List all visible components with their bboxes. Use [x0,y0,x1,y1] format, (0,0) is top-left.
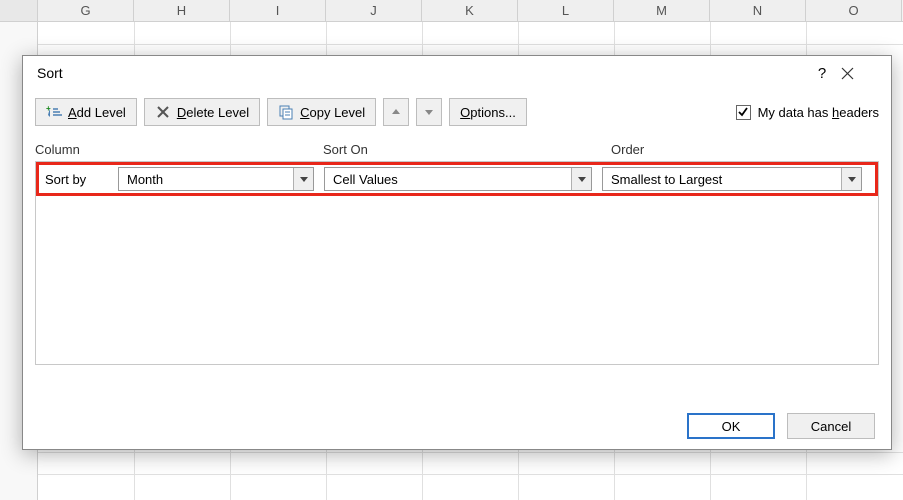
column-header-label: Column [35,142,323,157]
options-button[interactable]: Options... [449,98,527,126]
close-button[interactable] [841,67,881,80]
chevron-down-icon [300,177,308,182]
chevron-down-icon [848,177,856,182]
move-up-button[interactable] [383,98,409,126]
dialog-title: Sort [37,65,803,81]
delete-level-icon [155,104,171,120]
sort-column-value: Month [119,172,293,187]
headers-checkbox-label: My data has headers [758,105,879,120]
options-label: Options... [460,105,516,120]
delete-level-button[interactable]: Delete Level [144,98,260,126]
ok-button[interactable]: OK [687,413,775,439]
sort-column-combo[interactable]: Month [118,167,314,191]
chevron-down-icon [578,177,586,182]
sort-grid-headers: Column Sort On Order [23,134,891,159]
column-header[interactable]: O [806,0,902,21]
column-header[interactable]: K [422,0,518,21]
headers-checkbox[interactable]: My data has headers [736,105,879,120]
order-header-label: Order [611,142,879,157]
sort-order-combo[interactable]: Smallest to Largest [602,167,862,191]
sort-on-value: Cell Values [325,172,571,187]
dialog-footer: OK Cancel [23,403,891,449]
sort-order-value: Smallest to Largest [603,172,841,187]
column-header[interactable]: J [326,0,422,21]
sort-row-label: Sort by [42,172,108,187]
svg-text:+: + [46,104,51,113]
column-header[interactable]: M [614,0,710,21]
caret-down-icon [423,106,435,118]
cancel-button[interactable]: Cancel [787,413,875,439]
help-button[interactable]: ? [803,65,841,82]
copy-level-label: Copy Level [300,105,365,120]
add-level-icon: + [46,104,62,120]
sort-grid-body: Sort by Month Cell Values Smallest to La… [35,161,879,365]
column-header-row: G H I J K L M N O [0,0,903,22]
column-header[interactable]: H [134,0,230,21]
caret-up-icon [390,106,402,118]
column-header[interactable]: L [518,0,614,21]
sort-toolbar: + Add Level Delete Level Copy Level Opti… [23,90,891,134]
sort-row-highlight: Sort by Month Cell Values Smallest to La… [36,162,878,196]
dialog-titlebar: Sort ? [23,56,891,90]
copy-level-button[interactable]: Copy Level [267,98,376,126]
checkbox-icon [736,105,751,120]
move-down-button[interactable] [416,98,442,126]
column-header[interactable]: I [230,0,326,21]
sorton-header-label: Sort On [323,142,611,157]
combo-dropdown-button[interactable] [571,168,591,190]
copy-level-icon [278,104,294,120]
sort-on-combo[interactable]: Cell Values [324,167,592,191]
column-header[interactable]: N [710,0,806,21]
sort-dialog: Sort ? + Add Level Delete Level Copy Lev… [22,55,892,450]
add-level-label: Add Level [68,105,126,120]
column-header[interactable]: G [38,0,134,21]
close-icon [841,67,854,80]
delete-level-label: Delete Level [177,105,249,120]
select-all-triangle[interactable] [0,0,38,21]
combo-dropdown-button[interactable] [841,168,861,190]
add-level-button[interactable]: + Add Level [35,98,137,126]
combo-dropdown-button[interactable] [293,168,313,190]
